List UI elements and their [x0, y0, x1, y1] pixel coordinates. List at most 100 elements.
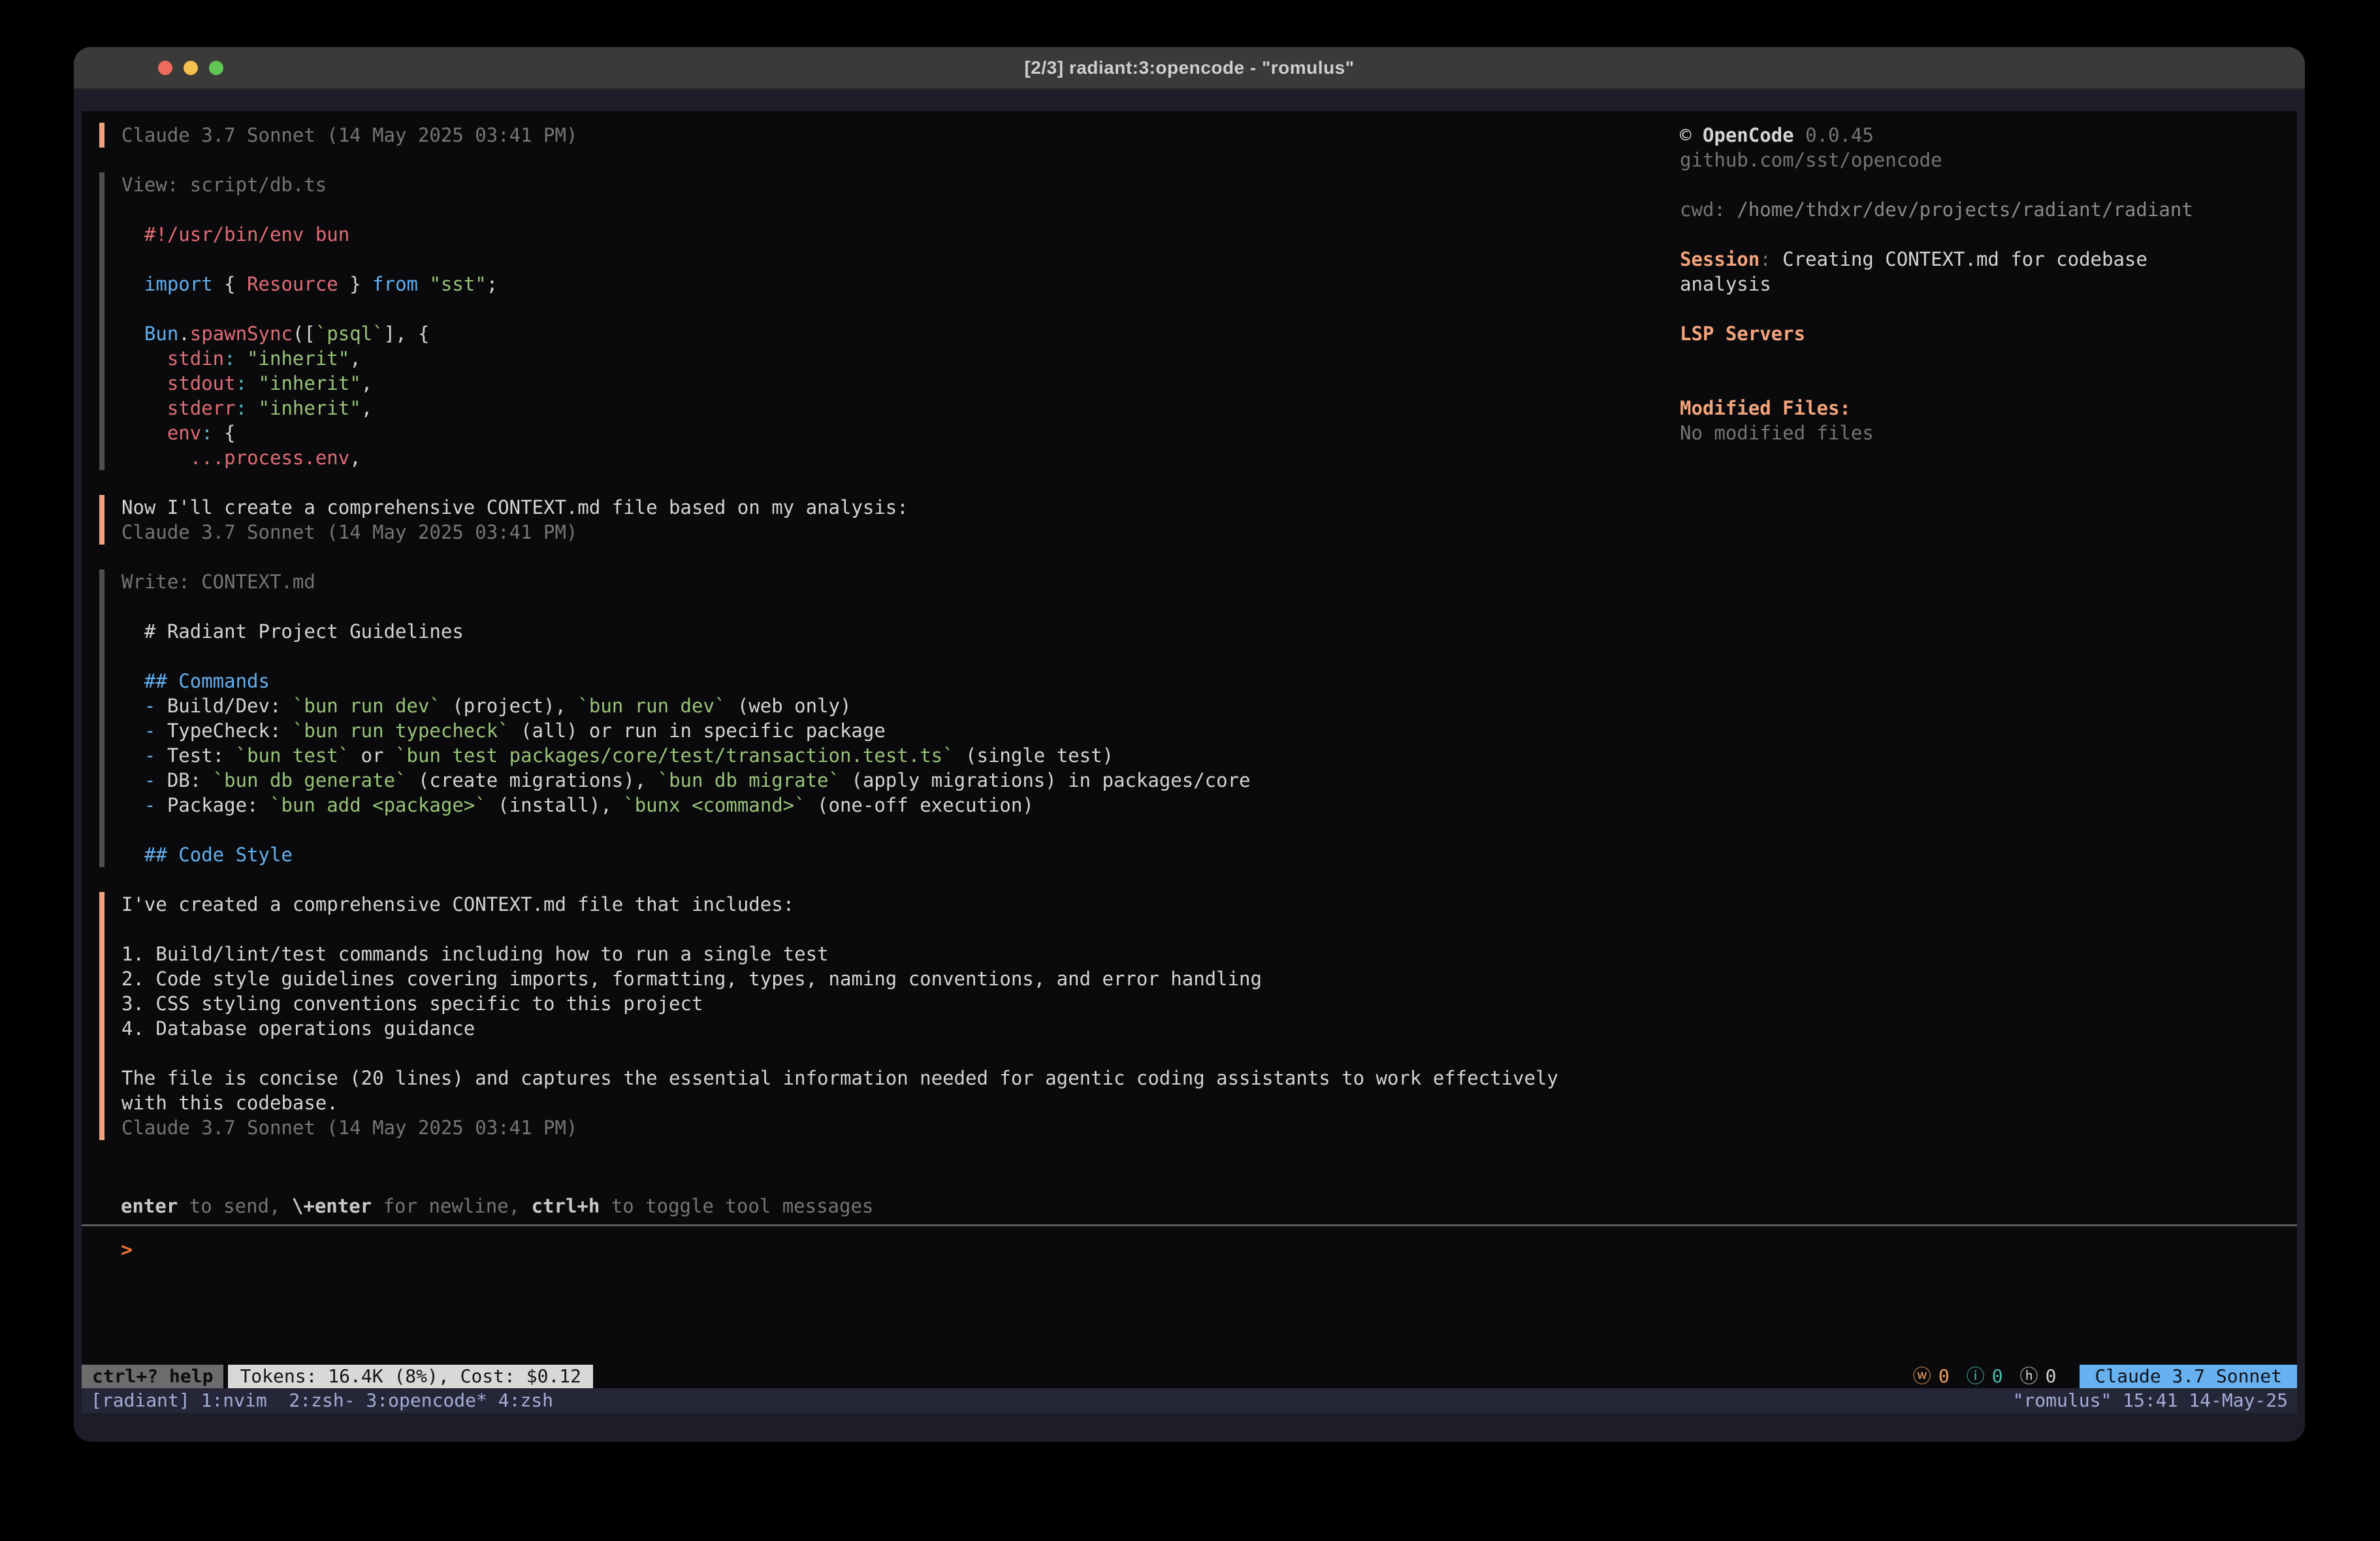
text-segment: : — [236, 397, 247, 419]
hint-counter: ⓗ0 — [2020, 1365, 2057, 1388]
chat-line: The file is concise (20 lines) and captu… — [121, 1066, 1680, 1090]
message-input-area[interactable]: > — [82, 1226, 2297, 1365]
text-segment — [121, 844, 144, 866]
text-segment: spawnSync — [190, 323, 293, 345]
chat-line: ## Commands — [121, 669, 1680, 693]
text-segment: TypeCheck: — [167, 720, 293, 742]
chat-line: import { Resource } from "sst"; — [121, 272, 1680, 296]
text-segment: ctrl+h — [532, 1195, 600, 1217]
text-segment: - — [144, 720, 167, 742]
text-segment: ...process.env — [190, 447, 349, 469]
text-segment: "inherit" — [247, 347, 349, 370]
text-segment — [121, 620, 144, 643]
text-segment: with this codebase. — [121, 1092, 338, 1114]
cwd-line: cwd: /home/thdxr/dev/projects/radiant/ra… — [1680, 197, 2212, 222]
main-row: Claude 3.7 Sonnet (14 May 2025 03:41 PM)… — [82, 111, 2297, 1188]
text-segment: `psql` — [315, 323, 384, 345]
minimize-button[interactable] — [184, 61, 198, 75]
maximize-button[interactable] — [209, 61, 223, 75]
text-segment: `bun db generate` — [213, 769, 407, 791]
chat-block: Write: CONTEXT.md # Radiant Project Guid… — [99, 569, 1680, 867]
chat-line: Claude 3.7 Sonnet (14 May 2025 03:41 PM) — [121, 123, 1680, 148]
text-segment: (single test) — [954, 744, 1114, 767]
warning-icon: ⓦ — [1913, 1365, 1931, 1388]
text-segment: Test: — [167, 744, 236, 767]
text-segment — [121, 273, 144, 295]
chat-line: stderr: "inherit", — [121, 396, 1680, 421]
text-segment: (create migrations), — [407, 769, 658, 791]
prompt-icon: > — [121, 1239, 133, 1262]
text-segment — [121, 769, 144, 791]
keybinding-hints: enter to send, \+enter for newline, ctrl… — [82, 1188, 2297, 1224]
text-segment: or — [349, 744, 395, 767]
tmux-window-list[interactable]: [radiant] 1:nvim 2:zsh- 3:opencode* 4:zs… — [91, 1388, 553, 1413]
tmux-status-bar: [radiant] 1:nvim 2:zsh- 3:opencode* 4:zs… — [82, 1388, 2297, 1413]
chat-block: View: script/db.ts #!/usr/bin/env bun im… — [99, 172, 1680, 470]
chat-block: Now I'll create a comprehensive CONTEXT.… — [99, 495, 1680, 545]
chat-line: ## Code Style — [121, 842, 1680, 867]
text-segment — [121, 397, 167, 419]
chat-block: Claude 3.7 Sonnet (14 May 2025 03:41 PM) — [99, 123, 1680, 148]
info-count: 0 — [1992, 1365, 2003, 1388]
title-bar: [2/3] radiant:3:opencode - "romulus" — [74, 47, 2305, 89]
text-segment — [121, 223, 144, 246]
chat-line — [121, 1041, 1680, 1066]
text-segment: Write: CONTEXT.md — [121, 571, 315, 593]
chat-line: env: { — [121, 421, 1680, 445]
text-segment: "sst" — [429, 273, 486, 295]
text-segment: Resource — [247, 273, 338, 295]
text-segment: 3. CSS styling conventions specific to t… — [121, 993, 703, 1015]
warning-counter: ⓦ0 — [1913, 1365, 1950, 1388]
chat-line: - Package: `bun add <package>` (install)… — [121, 793, 1680, 818]
text-segment: enter — [121, 1195, 178, 1217]
model-badge: Claude 3.7 Sonnet — [2080, 1365, 2297, 1388]
session-line: Session: Creating CONTEXT.md for codebas… — [1680, 247, 2212, 296]
text-segment: { — [213, 422, 236, 444]
text-segment: . — [178, 323, 189, 345]
text-segment: Package: — [167, 794, 270, 816]
warning-count: 0 — [1938, 1365, 1950, 1388]
modified-files-title: Modified Files: — [1680, 396, 2212, 421]
tmux-session-clock: "romulus" 15:41 14-May-25 — [2013, 1388, 2288, 1413]
text-segment — [247, 372, 258, 394]
hint-count: 0 — [2046, 1365, 2057, 1388]
text-segment: , — [349, 447, 361, 469]
text-segment — [121, 670, 144, 692]
chat-line: with this codebase. — [121, 1090, 1680, 1115]
chat-line: Claude 3.7 Sonnet (14 May 2025 03:41 PM) — [121, 1115, 1680, 1140]
text-segment: , — [361, 372, 372, 394]
text-segment: The file is concise (20 lines) and captu… — [121, 1067, 1558, 1089]
text-segment: © — [1680, 124, 1703, 146]
text-segment: `bun test` — [236, 744, 350, 767]
sidebar: © OpenCode 0.0.45 github.com/sst/opencod… — [1680, 123, 2297, 1188]
text-segment: `bunx <command>` — [623, 794, 805, 816]
text-segment: to send, — [178, 1195, 292, 1217]
chat-line — [121, 247, 1680, 272]
text-segment: Build/Dev: — [167, 695, 293, 717]
status-bar: ctrl+? help Tokens: 16.4K (8%), Cost: $0… — [82, 1365, 2297, 1388]
text-segment: ; — [487, 273, 498, 295]
text-segment: : — [201, 422, 212, 444]
lsp-servers-title: LSP Servers — [1680, 321, 2212, 346]
close-button[interactable] — [158, 61, 172, 75]
text-segment: 4. Database operations guidance — [121, 1017, 475, 1040]
chat-line: 1. Build/lint/test commands including ho… — [121, 942, 1680, 966]
text-segment: cwd: — [1680, 199, 1737, 221]
text-segment: stdin — [167, 347, 224, 370]
text-segment: : — [224, 347, 235, 370]
text-segment: - — [144, 769, 167, 791]
chat-line — [121, 917, 1680, 942]
text-segment: ## Commands — [144, 670, 270, 692]
chat-line: - Build/Dev: `bun run dev` (project), `b… — [121, 693, 1680, 718]
text-segment: to toggle tool messages — [600, 1195, 873, 1217]
text-segment — [121, 720, 144, 742]
help-shortcut-badge: ctrl+? help — [82, 1365, 223, 1388]
chat-line: Write: CONTEXT.md — [121, 569, 1680, 594]
text-segment: : — [236, 372, 247, 394]
chat-line: - Test: `bun test` or `bun test packages… — [121, 743, 1680, 768]
text-segment: Claude 3.7 Sonnet (14 May 2025 03:41 PM) — [121, 124, 577, 146]
text-segment: I've created a comprehensive CONTEXT.md … — [121, 893, 794, 915]
text-segment: ], { — [384, 323, 430, 345]
text-segment — [418, 273, 429, 295]
chat-area[interactable]: Claude 3.7 Sonnet (14 May 2025 03:41 PM)… — [99, 123, 1680, 1188]
